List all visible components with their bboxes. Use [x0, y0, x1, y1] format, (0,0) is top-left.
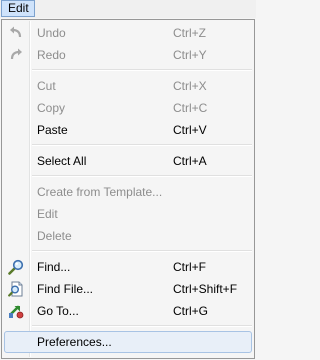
menu-item-preferences[interactable]: Preferences... [4, 331, 252, 353]
menu-item-cut[interactable]: Cut Ctrl+X [4, 75, 252, 97]
menu-item-go-to[interactable]: Go To... Ctrl+G [4, 300, 252, 322]
menu-item-create-from-template[interactable]: Create from Template... [4, 181, 252, 203]
menu-item-preferences-label: Preferences... [37, 335, 112, 349]
find-file-icon [8, 281, 24, 297]
menu-separator [32, 325, 252, 327]
menu-item-paste[interactable]: Paste Ctrl+V [4, 119, 252, 141]
menu-separator [32, 250, 252, 252]
menu-item-create-from-template-label: Create from Template... [37, 185, 163, 199]
menu-item-undo-label: Undo [37, 26, 66, 40]
menu-separator [32, 175, 252, 177]
undo-icon [8, 25, 24, 41]
menu-item-edit-label: Edit [37, 207, 58, 221]
menu-item-find-file[interactable]: Find File... Ctrl+Shift+F [4, 278, 252, 300]
menu-item-undo-shortcut: Ctrl+Z [173, 26, 206, 40]
menu-item-paste-shortcut: Ctrl+V [173, 123, 207, 137]
menu-item-select-all[interactable]: Select All Ctrl+A [4, 150, 252, 172]
menu-bar: Edit [0, 0, 256, 18]
menu-item-delete-label: Delete [37, 229, 72, 243]
menu-item-paste-label: Paste [37, 123, 68, 137]
menu-item-undo[interactable]: Undo Ctrl+Z [4, 22, 252, 44]
menu-item-redo-label: Redo [37, 48, 66, 62]
menu-item-copy-shortcut: Ctrl+C [173, 101, 208, 115]
menu-item-go-to-label: Go To... [37, 304, 79, 318]
edit-menu-title[interactable]: Edit [1, 0, 35, 17]
menu-item-select-all-label: Select All [37, 154, 87, 168]
menu-item-delete[interactable]: Delete [4, 225, 252, 247]
menu-item-copy-label: Copy [37, 101, 66, 115]
menu-separator [32, 69, 252, 71]
menu-item-cut-shortcut: Ctrl+X [173, 79, 207, 93]
menu-separator [32, 144, 252, 146]
menu-item-copy[interactable]: Copy Ctrl+C [4, 97, 252, 119]
magnifier-icon [8, 259, 24, 275]
menu-item-find-file-label: Find File... [37, 282, 94, 296]
menu-item-go-to-shortcut: Ctrl+G [173, 304, 209, 318]
menu-item-find[interactable]: Find... Ctrl+F [4, 256, 252, 278]
menu-item-redo[interactable]: Redo Ctrl+Y [4, 44, 252, 66]
menu-item-edit[interactable]: Edit [4, 203, 252, 225]
menu-item-select-all-shortcut: Ctrl+A [173, 154, 207, 168]
redo-icon [8, 47, 24, 63]
menu-item-find-label: Find... [37, 260, 71, 274]
menu-item-redo-shortcut: Ctrl+Y [173, 48, 207, 62]
menu-item-find-shortcut: Ctrl+F [173, 260, 206, 274]
menu-item-find-file-shortcut: Ctrl+Shift+F [173, 282, 238, 296]
menu-item-cut-label: Cut [37, 79, 56, 93]
go-to-icon [8, 303, 24, 319]
edit-menu-dropdown: Undo Ctrl+Z Redo Ctrl+Y Cut Ctrl+X Copy … [1, 19, 255, 359]
